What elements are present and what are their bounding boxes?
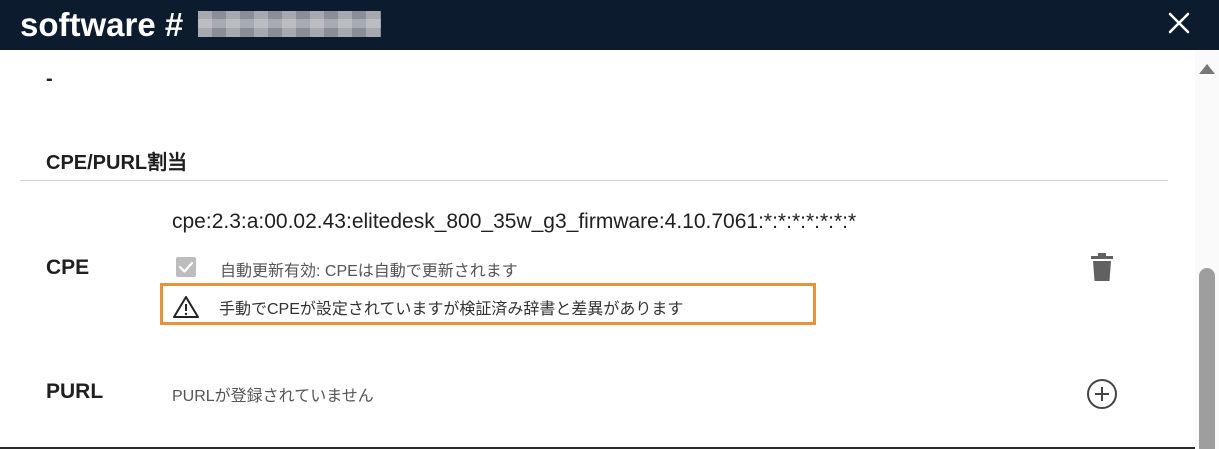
scrollbar-thumb[interactable] xyxy=(1199,268,1215,449)
cpe-warning-message: 手動でCPEが設定されていますが検証済み辞書と差異があります xyxy=(219,301,684,318)
cpe-value: cpe:2.3:a:00.02.43:elitedesk_800_35w_g3_… xyxy=(172,210,857,233)
trash-icon[interactable] xyxy=(1090,252,1114,282)
empty-value-dash: - xyxy=(46,68,53,90)
add-circle-icon[interactable] xyxy=(1086,378,1118,410)
dialog-title: software # xyxy=(20,6,184,43)
section-title: CPE/PURL割当 xyxy=(46,152,188,174)
redacted-id xyxy=(198,11,381,37)
checkbox-checked-icon[interactable] xyxy=(176,257,196,277)
dialog-titlebar: software # xyxy=(0,0,1219,50)
cpe-label: CPE xyxy=(46,256,90,279)
close-icon[interactable] xyxy=(1162,6,1196,40)
warning-triangle-icon xyxy=(173,296,199,318)
scroll-up-arrow-icon[interactable] xyxy=(1198,63,1216,75)
section-divider xyxy=(20,180,1168,181)
dialog-content: - CPE/PURL割当 CPE cpe:2.3:a:00.02.43:elit… xyxy=(0,50,1195,449)
auto-update-status: 自動更新有効: CPEは自動で更新されます xyxy=(220,263,518,280)
purl-label: PURL xyxy=(46,380,104,403)
purl-empty-message: PURLが登録されていません xyxy=(172,388,374,405)
